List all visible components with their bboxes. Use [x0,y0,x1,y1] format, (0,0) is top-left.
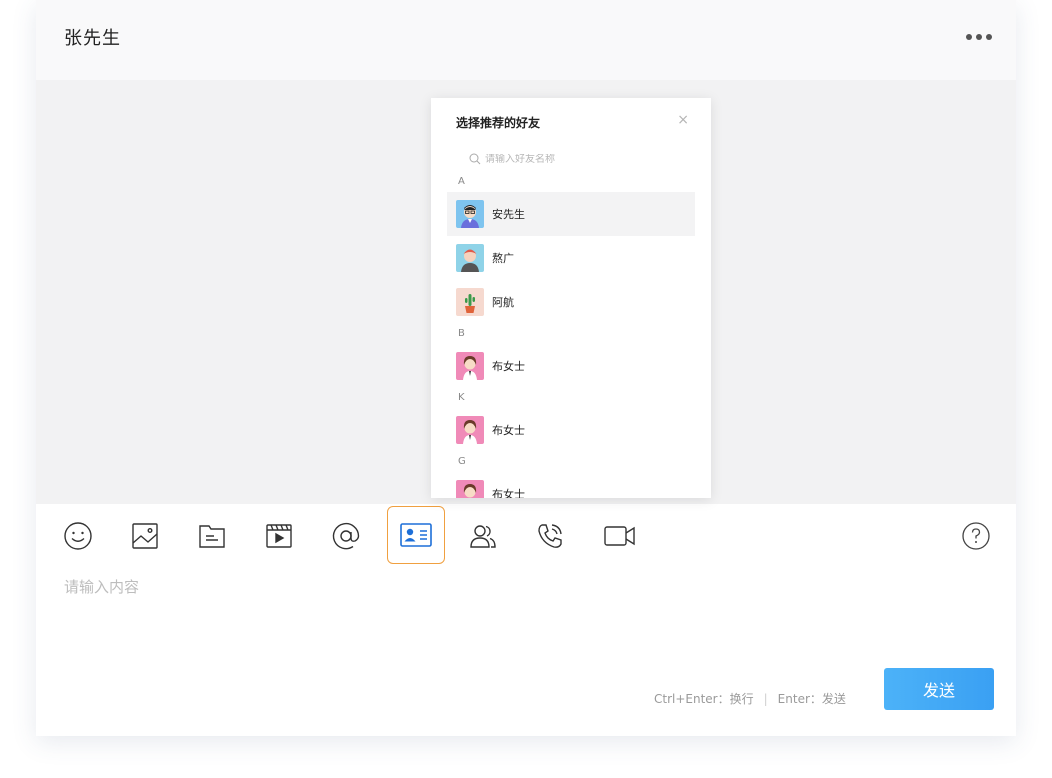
popup-title: 选择推荐的好友 [456,116,541,130]
contact-card-icon[interactable] [387,506,445,564]
emoji-icon[interactable] [60,518,96,554]
group-icon[interactable] [465,518,501,554]
friend-search-input[interactable] [485,153,665,165]
group-letter: A [458,176,465,187]
close-icon[interactable]: × [677,112,689,128]
video-clip-icon[interactable] [261,518,297,554]
shortcut-hint: Ctrl+Enter：换行 | Enter：发送 [654,690,846,707]
friend-item[interactable]: 安先生 [447,192,695,236]
girl-pink-avatar [456,480,484,498]
friend-name: 布女士 [492,424,525,437]
friend-item[interactable]: 阿航 [447,280,695,324]
friend-item[interactable]: 布女士 [447,408,695,452]
phone-call-icon[interactable] [532,518,568,554]
group-letter: B [458,328,465,339]
file-icon[interactable] [194,518,230,554]
image-icon[interactable] [127,518,163,554]
chat-title: 张先生 [64,28,121,49]
hint-send: Enter：发送 [777,692,846,706]
composer: Ctrl+Enter：换行 | Enter：发送 发送 [36,504,1016,736]
boy-glasses-avatar [456,200,484,228]
more-options-icon[interactable] [966,34,992,40]
message-input[interactable] [64,576,988,656]
help-icon[interactable] [958,518,994,554]
friend-item[interactable]: 布女士 [447,472,695,498]
friend-search [469,150,689,168]
girl-pink-avatar [456,352,484,380]
hint-separator: | [763,691,768,706]
friend-name: 布女士 [492,360,525,373]
group-letter: K [458,392,465,403]
mention-icon[interactable] [328,518,364,554]
friend-item[interactable]: 布女士 [447,344,695,388]
hint-newline: Ctrl+Enter：换行 [654,692,754,706]
friend-picker-popup: 选择推荐的好友 × A 安先生熬广阿航 B 布女士 K 布女士 G 布女士 [431,98,711,498]
friend-name: 阿航 [492,296,514,309]
search-icon [469,153,481,165]
group-letter: G [458,456,466,467]
friend-name: 熬广 [492,252,514,265]
cactus-plant-avatar [456,288,484,316]
send-button[interactable]: 发送 [884,668,994,710]
friend-name: 安先生 [492,208,525,221]
friend-list: A 安先生熬广阿航 B 布女士 K 布女士 G 布女士 [447,172,695,498]
video-call-icon[interactable] [602,518,638,554]
friend-name: 布女士 [492,488,525,498]
girl-pink-avatar [456,416,484,444]
chat-header: 张先生 [36,0,1016,80]
boy-red-hair-avatar [456,244,484,272]
friend-item[interactable]: 熬广 [447,236,695,280]
